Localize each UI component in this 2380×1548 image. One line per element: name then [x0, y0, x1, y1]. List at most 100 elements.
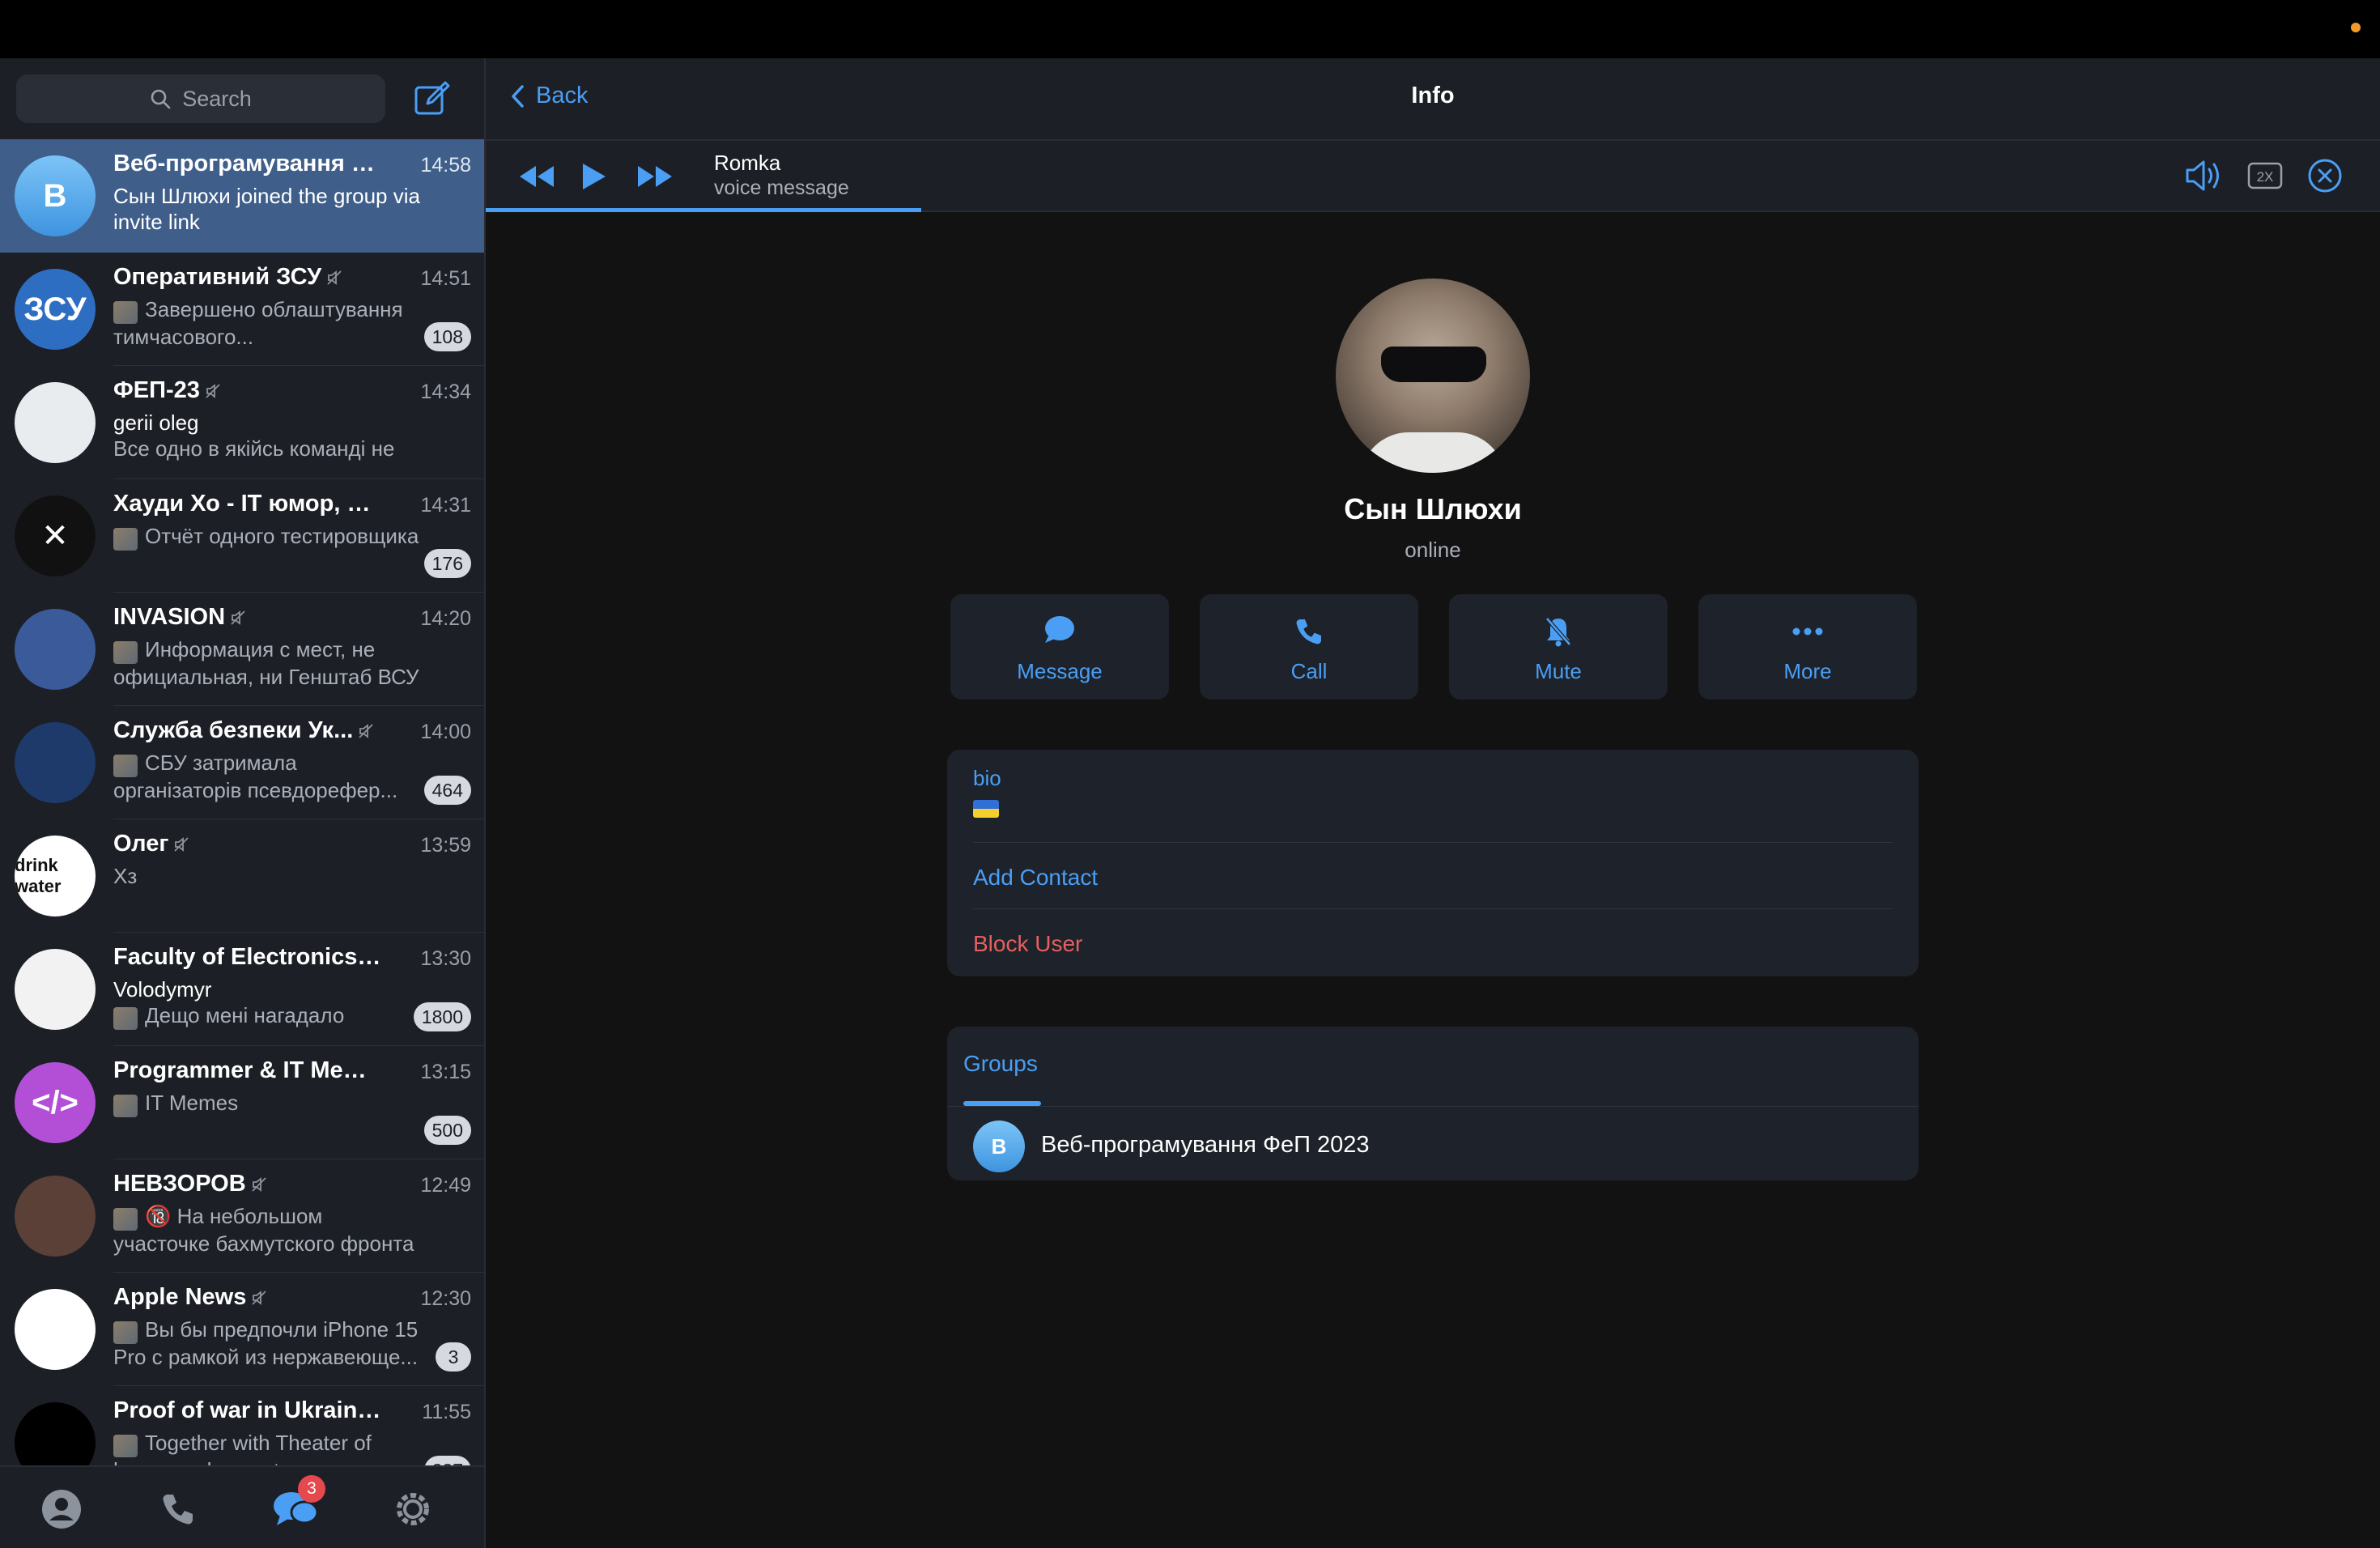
info-header: Back Info: [486, 58, 2380, 141]
chat-list-item[interactable]: drink water Олег 13:59 Хз: [0, 819, 484, 933]
block-user-button[interactable]: Block User: [973, 931, 1082, 957]
tab-chats[interactable]: 3: [272, 1475, 325, 1532]
chat-avatar: B: [15, 155, 96, 236]
chat-name-text: Apple News: [113, 1284, 247, 1310]
chat-list-item[interactable]: INVASION 14:20 Информация с мест, не офици…: [0, 593, 484, 706]
chat-body: Programmer & IT Memes 13:15 IT Memes 500: [113, 1057, 471, 1151]
message-icon: [1045, 616, 1074, 643]
phone-icon: [1296, 619, 1321, 644]
chat-body: НЕВЗОРОВ 12:49 🔞 На небольшом участочке ба…: [113, 1171, 471, 1265]
more-button[interactable]: More: [1698, 594, 1917, 700]
chat-body: Хауди Хо - IT юмор, жи... 14:31 Отчёт одно…: [113, 491, 471, 585]
chat-name: Веб-програмування Ф...: [113, 151, 382, 177]
mute-button[interactable]: Mute: [1449, 594, 1668, 700]
media-thumbnail-icon: [113, 298, 140, 325]
tab-settings[interactable]: [389, 1486, 437, 1532]
muted-icon: [252, 1177, 266, 1193]
play-button[interactable]: [581, 159, 607, 194]
chat-avatar: [15, 722, 96, 803]
group-name[interactable]: Веб-програмування ФеП 2023: [1041, 1132, 1370, 1159]
chat-list-item[interactable]: ФЕП-23 14:34 gerii oleg Все одно в якійсь к…: [0, 366, 484, 479]
chat-time: 14:58: [420, 154, 471, 176]
chat-name-text: Programmer & IT Memes: [113, 1057, 382, 1083]
chat-list-item[interactable]: B Веб-програмування Ф... 14:58 Сын Шлюхи jo…: [0, 139, 484, 253]
rewind-button[interactable]: [518, 159, 555, 194]
call-button[interactable]: Call: [1200, 594, 1418, 700]
chat-preview: Хз: [113, 863, 423, 889]
chat-body: Оперативний ЗСУ 14:51 Завершено облаштуван…: [113, 264, 471, 358]
chat-preview: СБУ затримала організаторів псевдорефер.…: [113, 750, 423, 803]
chat-time: 11:55: [422, 1401, 471, 1423]
chat-body: Веб-програмування Ф... 14:58 Сын Шлюхи joi…: [113, 151, 471, 245]
muted-icon: [231, 610, 245, 626]
chat-body: Proof of war in Ukraine 11:55 Together wit…: [113, 1397, 471, 1467]
tab-calls[interactable]: [154, 1486, 202, 1532]
chat-name-text: Служба безпеки Ук...: [113, 717, 354, 743]
divider: [973, 842, 1893, 843]
chat-list: B Веб-програмування Ф... 14:58 Сын Шлюхи jo…: [0, 139, 484, 1467]
chat-avatar: </>: [15, 1062, 96, 1143]
add-contact-button[interactable]: Add Contact: [973, 865, 1098, 891]
recording-indicator-dot: [2351, 23, 2361, 32]
profile-info-card: bio Add Contact Block User: [947, 750, 1919, 976]
chat-body: Apple News 12:30 Вы бы предпочли iPhone 15…: [113, 1284, 471, 1378]
chat-time: 14:51: [420, 267, 471, 290]
message-button[interactable]: Message: [950, 594, 1169, 700]
chat-list-item[interactable]: Apple News 12:30 Вы бы предпочли iPhone 15…: [0, 1273, 484, 1386]
chat-name: Служба безпеки Ук...: [113, 717, 382, 744]
play-icon: [583, 164, 606, 189]
profile-avatar[interactable]: [1336, 279, 1530, 473]
tab-contacts[interactable]: [37, 1486, 86, 1532]
chat-preview-text: Завершено облаштування тимчасового...: [113, 297, 403, 350]
chat-list-item[interactable]: ЗСУ Оперативний ЗСУ 14:51 Завершено облашту…: [0, 253, 484, 366]
close-player-button[interactable]: [2307, 157, 2343, 194]
fast-forward-button[interactable]: [636, 159, 674, 194]
avatar-shirt-shape: [1360, 432, 1506, 473]
compose-icon[interactable]: [413, 79, 452, 118]
system-top-bar: [0, 0, 2380, 58]
chat-preview: Together with Theater of hopes and expec…: [113, 1430, 423, 1467]
chat-preview: 🔞 На небольшом участочке бахмутского фро…: [113, 1203, 423, 1257]
playback-speed-button[interactable]: 2X: [2247, 157, 2283, 194]
chat-preview-text: Together with Theater of hopes and expec…: [113, 1431, 372, 1467]
volume-button[interactable]: [2184, 157, 2225, 194]
chat-preview-text: СБУ затримала організаторів псевдорефер.…: [113, 751, 398, 803]
chat-list-item[interactable]: Служба безпеки Ук... 14:00 СБУ затримала о…: [0, 706, 484, 819]
chat-list-item[interactable]: </> Programmer & IT Memes 13:15 IT Memes 500: [0, 1046, 484, 1159]
search-input[interactable]: Search: [16, 74, 385, 123]
chat-preview-text: 🔞 На небольшом участочке бахмутского фро…: [113, 1204, 414, 1257]
chat-name: НЕВЗОРОВ: [113, 1171, 382, 1197]
chat-time: 13:30: [420, 947, 471, 970]
chat-list-item[interactable]: ✕ Хауди Хо - IT юмор, жи... 14:31 Отчёт одн…: [0, 479, 484, 593]
chat-time: 12:30: [420, 1287, 471, 1310]
chat-preview: Информация с мест, не официальная, ни Ге…: [113, 636, 423, 690]
chat-list-item[interactable]: Faculty of Electronics a... 13:30 Volodymy…: [0, 933, 484, 1046]
chat-name: Хауди Хо - IT юмор, жи...: [113, 491, 382, 517]
chat-name-text: Хауди Хо - IT юмор, жи...: [113, 491, 382, 517]
player-progress-bar[interactable]: [486, 208, 922, 212]
fast-forward-icon: [638, 166, 672, 187]
chat-name: INVASION: [113, 604, 382, 631]
chat-preview: Volodymyr Дещо мені нагадало: [113, 976, 423, 1030]
media-thumbnail-icon: [113, 525, 140, 551]
chat-list-item[interactable]: Proof of war in Ukraine 11:55 Together wit…: [0, 1386, 484, 1467]
chat-preview: IT Memes: [113, 1090, 423, 1118]
call-label: Call: [1290, 659, 1328, 683]
shared-groups-card: Groups B Веб-програмування ФеП 2023: [947, 1027, 1919, 1180]
chat-name: Proof of war in Ukraine: [113, 1397, 382, 1424]
unread-badge: 500: [423, 1116, 471, 1145]
chat-name: Faculty of Electronics a...: [113, 944, 382, 971]
chat-preview-text: IT Memes: [145, 1091, 239, 1115]
tab-groups[interactable]: Groups: [963, 1051, 1038, 1077]
chat-time: 13:59: [420, 834, 471, 857]
chat-avatar: [15, 1289, 96, 1370]
chat-list-item[interactable]: НЕВЗОРОВ 12:49 🔞 На небольшом участочке ба…: [0, 1159, 484, 1273]
chat-name: ФЕП-23: [113, 377, 382, 404]
chat-name: Оперативний ЗСУ: [113, 264, 382, 291]
bell-slash-icon: [1545, 617, 1571, 647]
muted-icon: [327, 270, 342, 286]
media-thumbnail-icon: [113, 1318, 140, 1345]
chat-name-text: Faculty of Electronics a...: [113, 944, 382, 970]
search-row: Search: [0, 58, 484, 139]
group-avatar: B: [973, 1121, 1025, 1172]
